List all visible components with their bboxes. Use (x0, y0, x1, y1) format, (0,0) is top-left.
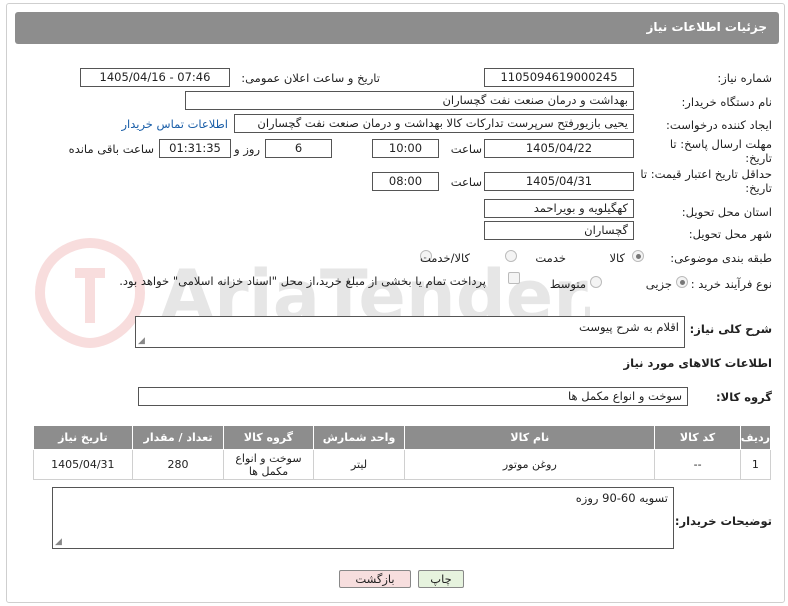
buyer-org-field: بهداشت و درمان صنعت نفت گچساران (185, 91, 634, 110)
city-label: شهر محل تحویل: (688, 227, 772, 241)
process-option-minor: جزیی (645, 277, 672, 291)
description-label: شرح کلی نیاز: (689, 322, 772, 336)
panel-title: جزئیات اطلاعات نیاز (646, 20, 767, 34)
resize-grip-icon[interactable]: ◢ (138, 337, 145, 346)
cell-need-date: 1405/04/31 (33, 449, 133, 480)
cell-code: -- (654, 449, 741, 480)
remaining-days-field: 6 (265, 139, 332, 158)
process-radio-minor[interactable] (676, 276, 688, 288)
process-option-medium: متوسط (549, 277, 586, 291)
back-button[interactable]: بازگشت (339, 570, 411, 588)
cell-group: سوخت و انواع مکمل ها (223, 449, 314, 480)
category-radio-service[interactable] (505, 250, 517, 262)
col-code: کد کالا (654, 425, 741, 450)
col-name: نام کالا (404, 425, 656, 450)
creator-label: ایجاد کننده درخواست: (666, 118, 772, 132)
province-label: استان محل تحویل: (681, 205, 772, 219)
price-time-label: ساعت (450, 175, 482, 189)
need-number-label: شماره نیاز: (717, 71, 772, 85)
need-number-field: 1105094619000245 (484, 68, 634, 87)
process-radio-medium[interactable] (590, 276, 602, 288)
reply-date-field: 1405/04/22 (484, 139, 634, 158)
col-group: گروه کالا (223, 425, 314, 450)
remaining-label: ساعت باقی مانده (68, 142, 154, 156)
reply-time-label: ساعت (450, 142, 482, 156)
price-validity-label: حداقل تاریخ اعتبار قیمت: تا تاریخ: (640, 167, 772, 195)
col-need-date: تاریخ نیاز (33, 425, 133, 450)
province-field: کهگیلویه و بویراحمد (484, 199, 634, 218)
resize-grip-icon[interactable]: ◢ (55, 538, 62, 547)
category-label: طبقه بندی موضوعی: (670, 251, 772, 265)
process-label: نوع فرآیند خرید : (690, 277, 772, 291)
creator-field: یحیی بازیورفتح سرپرست تدارکات کالا بهداش… (234, 114, 634, 133)
description-textarea[interactable]: اقلام به شرح پیوست ◢ (135, 316, 685, 348)
col-unit: واحد شمارش (312, 425, 406, 450)
days-label: روز و (234, 142, 260, 156)
print-button[interactable]: چاپ (418, 570, 464, 588)
price-time-field: 08:00 (372, 172, 439, 191)
announce-label: تاریخ و ساعت اعلان عمومی: (241, 71, 380, 85)
reply-deadline-label: مهلت ارسال پاسخ: تا تاریخ: (669, 137, 772, 165)
buyer-notes-text: تسویه 60-90 روزه (575, 491, 668, 505)
cell-row: 1 (739, 449, 772, 480)
buyer-notes-textarea[interactable]: تسویه 60-90 روزه ◢ (52, 487, 674, 549)
buyer-contact-link[interactable]: اطلاعات تماس خریدار (121, 117, 228, 131)
category-option-goods-service: کالا/خدمت (419, 251, 470, 265)
reply-time-field: 10:00 (372, 139, 439, 158)
goods-section-title: اطلاعات کالاهای مورد نیاز (623, 356, 772, 370)
col-row: ردیف (739, 425, 772, 450)
city-field: گچساران (484, 221, 634, 240)
goods-table: ردیف کد کالا نام کالا واحد شمارش گروه کا… (33, 425, 772, 480)
treasury-payment-note: پرداخت تمام یا بخشی از مبلغ خرید،از محل … (119, 274, 486, 288)
panel-header: جزئیات اطلاعات نیاز (15, 12, 779, 44)
table-row: 1 -- روغن موتور لیتر سوخت و انواع مکمل ه… (33, 449, 772, 480)
goods-group-field: سوخت و انواع مکمل ها (138, 387, 688, 406)
treasury-payment-checkbox[interactable] (508, 272, 520, 284)
cell-unit: لیتر (312, 449, 406, 480)
description-text: اقلام به شرح پیوست (579, 320, 679, 334)
announce-field: 1405/04/16 - 07:46 (80, 68, 230, 87)
buyer-notes-label: توضیحات خریدار: (674, 514, 772, 528)
col-quantity: تعداد / مقدار (131, 425, 225, 450)
category-option-goods: کالا (609, 251, 625, 265)
remaining-time-field: 01:31:35 (159, 139, 231, 158)
category-option-service: خدمت (535, 251, 566, 265)
category-radio-goods[interactable] (632, 250, 644, 262)
cell-name: روغن موتور (404, 449, 656, 480)
buyer-org-label: نام دستگاه خریدار: (681, 95, 772, 109)
cell-quantity: 280 (131, 449, 225, 480)
price-date-field: 1405/04/31 (484, 172, 634, 191)
goods-group-label: گروه کالا: (716, 390, 772, 404)
goods-table-header: ردیف کد کالا نام کالا واحد شمارش گروه کا… (33, 425, 772, 450)
